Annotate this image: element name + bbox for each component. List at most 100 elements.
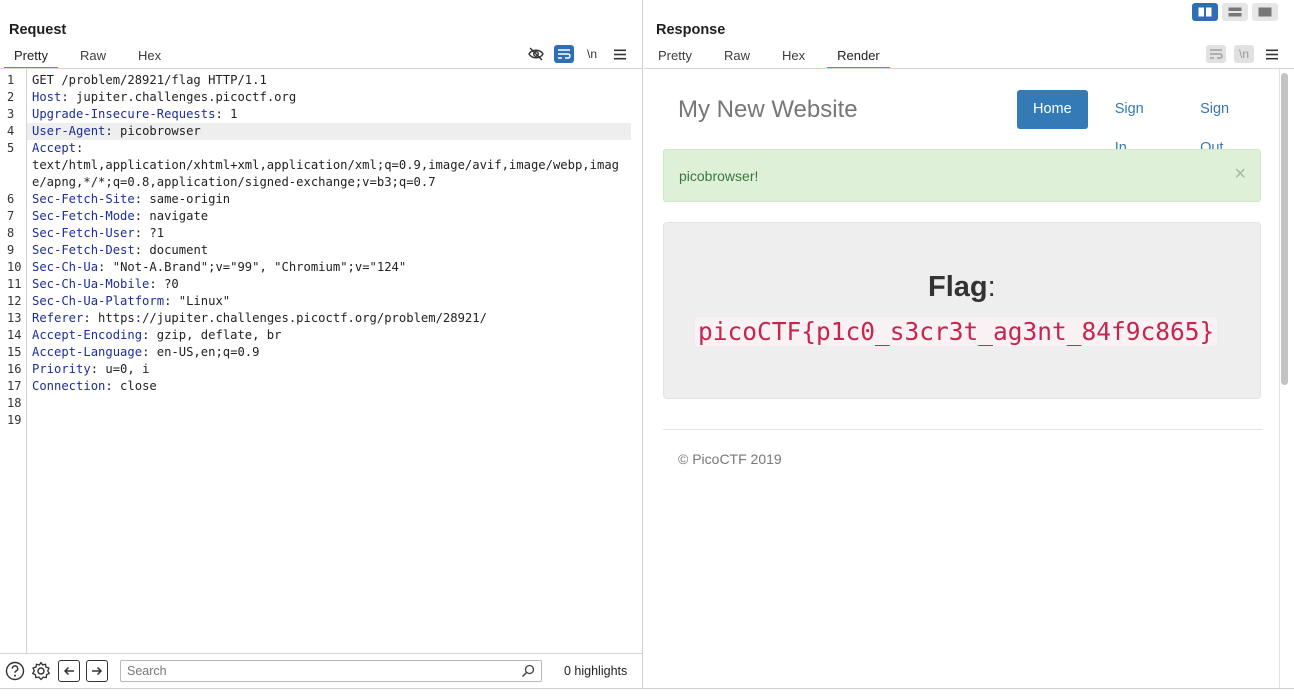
- request-title: Request: [9, 22, 67, 38]
- flag-label: Flag: [928, 271, 988, 303]
- response-tab-hex[interactable]: Hex: [772, 46, 815, 69]
- show-newlines-button: \n: [1234, 45, 1254, 63]
- nav-link-sign-in[interactable]: Sign In: [1099, 90, 1173, 156]
- line-number: 12: [7, 294, 22, 308]
- line-text: User-Agent: picobrowser: [27, 123, 631, 140]
- line-text: Priority: u=0, i: [32, 362, 150, 376]
- line-text: Host: jupiter.challenges.picoctf.org: [32, 90, 297, 104]
- line-text: GET /problem/28921/flag HTTP/1.1: [27, 72, 631, 89]
- code-line: 10 Sec-Ch-Ua: "Not-A.Brand";v="99", "Chro…: [0, 259, 642, 276]
- line-text: [27, 395, 631, 412]
- request-code: 1 GET /problem/28921/flag HTTP/1.1 2 Host: …: [0, 72, 642, 429]
- line-number: 2: [7, 90, 15, 104]
- search-input[interactable]: [121, 661, 541, 681]
- code-line: 13 Referer: https://jupiter.challenges.pi…: [0, 310, 642, 327]
- previous-match-button[interactable]: [58, 660, 80, 682]
- request-tab-raw[interactable]: Raw: [70, 46, 116, 69]
- header-value: GET /problem/28921/flag HTTP/1.1: [32, 73, 267, 87]
- line-number: 13: [7, 311, 22, 325]
- line-number: 1: [7, 73, 15, 87]
- http-message-viewer: Request Pretty Raw Hex \n 1 GET /problem/28…: [0, 0, 1294, 700]
- line-text: [27, 412, 631, 429]
- header-value: same-origin: [142, 192, 231, 206]
- menu-icon[interactable]: [610, 45, 630, 63]
- line-text: Sec-Fetch-User: ?1: [32, 226, 165, 240]
- code-line: 15 Accept-Language: en-US,en;q=0.9: [0, 344, 642, 361]
- code-line: 19: [0, 412, 642, 429]
- header-value: jupiter.challenges.picoctf.org: [68, 90, 297, 104]
- request-tab-hex[interactable]: Hex: [128, 46, 171, 69]
- header-value-continued: text/html,application/xhtml+xml,applicat…: [32, 158, 619, 189]
- line-number: 17: [7, 379, 22, 393]
- header-name: User-Agent: [32, 124, 106, 138]
- word-wrap-icon: [1206, 45, 1226, 63]
- code-line: 14 Accept-Encoding: gzip, deflate, br: [0, 327, 642, 344]
- line-text: Accept-Encoding: gzip, deflate, br: [32, 328, 282, 342]
- search-icon: [521, 664, 535, 683]
- line-number: 11: [7, 277, 22, 291]
- line-text: Accept: text/html,application/xhtml+xml,a…: [32, 141, 619, 189]
- alert-close-icon[interactable]: ×: [1234, 164, 1246, 184]
- line-text: Sec-Ch-Ua-Mobile: ?0: [32, 277, 179, 291]
- line-text: Sec-Fetch-Site: same-origin: [32, 192, 231, 206]
- nav-link-sign-out[interactable]: Sign Out: [1184, 90, 1269, 156]
- menu-icon[interactable]: [1262, 45, 1282, 63]
- code-line: 11 Sec-Ch-Ua-Mobile: ?0: [0, 276, 642, 293]
- line-number: 6: [7, 192, 15, 206]
- code-line: 12 Sec-Ch-Ua-Platform: "Linux": [0, 293, 642, 310]
- help-icon[interactable]: [4, 660, 26, 682]
- response-title: Response: [656, 22, 726, 38]
- header-value: gzip, deflate, br: [149, 328, 282, 342]
- line-number: 19: [7, 413, 22, 427]
- line-number: 7: [7, 209, 15, 223]
- search-field[interactable]: [120, 660, 542, 682]
- header-name: Accept: [32, 141, 77, 155]
- word-wrap-icon[interactable]: [554, 45, 574, 63]
- line-text: Sec-Fetch-Mode: navigate: [32, 209, 209, 223]
- settings-gear-icon[interactable]: [30, 660, 52, 682]
- alert-message: picobrowser!: [679, 168, 759, 184]
- line-number: 9: [7, 243, 15, 257]
- request-tab-pretty[interactable]: Pretty: [4, 46, 58, 69]
- rendered-page: My New Website Home Sign In Sign Out picob…: [647, 69, 1280, 688]
- show-newlines-button[interactable]: \n: [582, 45, 602, 63]
- response-tab-render[interactable]: Render: [827, 46, 890, 69]
- header-name: Sec-Ch-Ua: [32, 260, 99, 274]
- header-name: Sec-Fetch-Site: [32, 192, 135, 206]
- response-panel: Response Pretty Raw Hex Render \n My New We…: [644, 0, 1294, 688]
- flag-heading: Flag:: [928, 271, 996, 304]
- nav-link-home[interactable]: Home: [1017, 90, 1088, 129]
- code-line: 6 Sec-Fetch-Site: same-origin: [0, 191, 642, 208]
- header-value: u=0, i: [98, 362, 150, 376]
- code-line: 4 User-Agent: picobrowser: [0, 123, 642, 140]
- scrollbar-thumb[interactable]: [1281, 73, 1288, 385]
- response-tab-raw[interactable]: Raw: [714, 46, 760, 69]
- flag-colon: :: [987, 271, 996, 303]
- hide-nonprintable-eye-icon[interactable]: [526, 45, 546, 63]
- line-text: Connection: close: [32, 379, 157, 393]
- header-name: Sec-Ch-Ua-Platform: [32, 294, 165, 308]
- line-number: 8: [7, 226, 15, 240]
- request-editor[interactable]: 1 GET /problem/28921/flag HTTP/1.1 2 Host: …: [0, 69, 642, 653]
- header-name: Connection: [32, 379, 106, 393]
- success-alert: picobrowser! ×: [663, 149, 1261, 202]
- response-tab-pretty[interactable]: Pretty: [648, 46, 702, 69]
- response-tabs: Pretty Raw Hex Render: [648, 46, 902, 69]
- header-name: Accept-Language: [32, 345, 143, 359]
- line-text: Upgrade-Insecure-Requests: 1: [32, 107, 238, 121]
- flag-value: picoCTF{p1c0_s3cr3t_ag3nt_84f9c865}: [695, 317, 1218, 346]
- header-name: Accept-Encoding: [32, 328, 143, 342]
- code-line: 7 Sec-Fetch-Mode: navigate: [0, 208, 642, 225]
- code-line: 18: [0, 395, 642, 412]
- header-name: Sec-Fetch-User: [32, 226, 135, 240]
- site-brand[interactable]: My New Website: [678, 96, 858, 124]
- header-name: Sec-Ch-Ua-Mobile: [32, 277, 150, 291]
- site-footer: © PicoCTF 2019: [678, 451, 782, 467]
- next-match-button[interactable]: [86, 660, 108, 682]
- code-line: 3 Upgrade-Insecure-Requests: 1: [0, 106, 642, 123]
- footer-divider: [663, 429, 1263, 430]
- code-line: 5 Accept: text/html,application/xhtml+xml,…: [0, 140, 642, 191]
- header-value: ?0: [156, 277, 179, 291]
- line-number: 10: [7, 260, 22, 274]
- code-line: 17 Connection: close: [0, 378, 642, 395]
